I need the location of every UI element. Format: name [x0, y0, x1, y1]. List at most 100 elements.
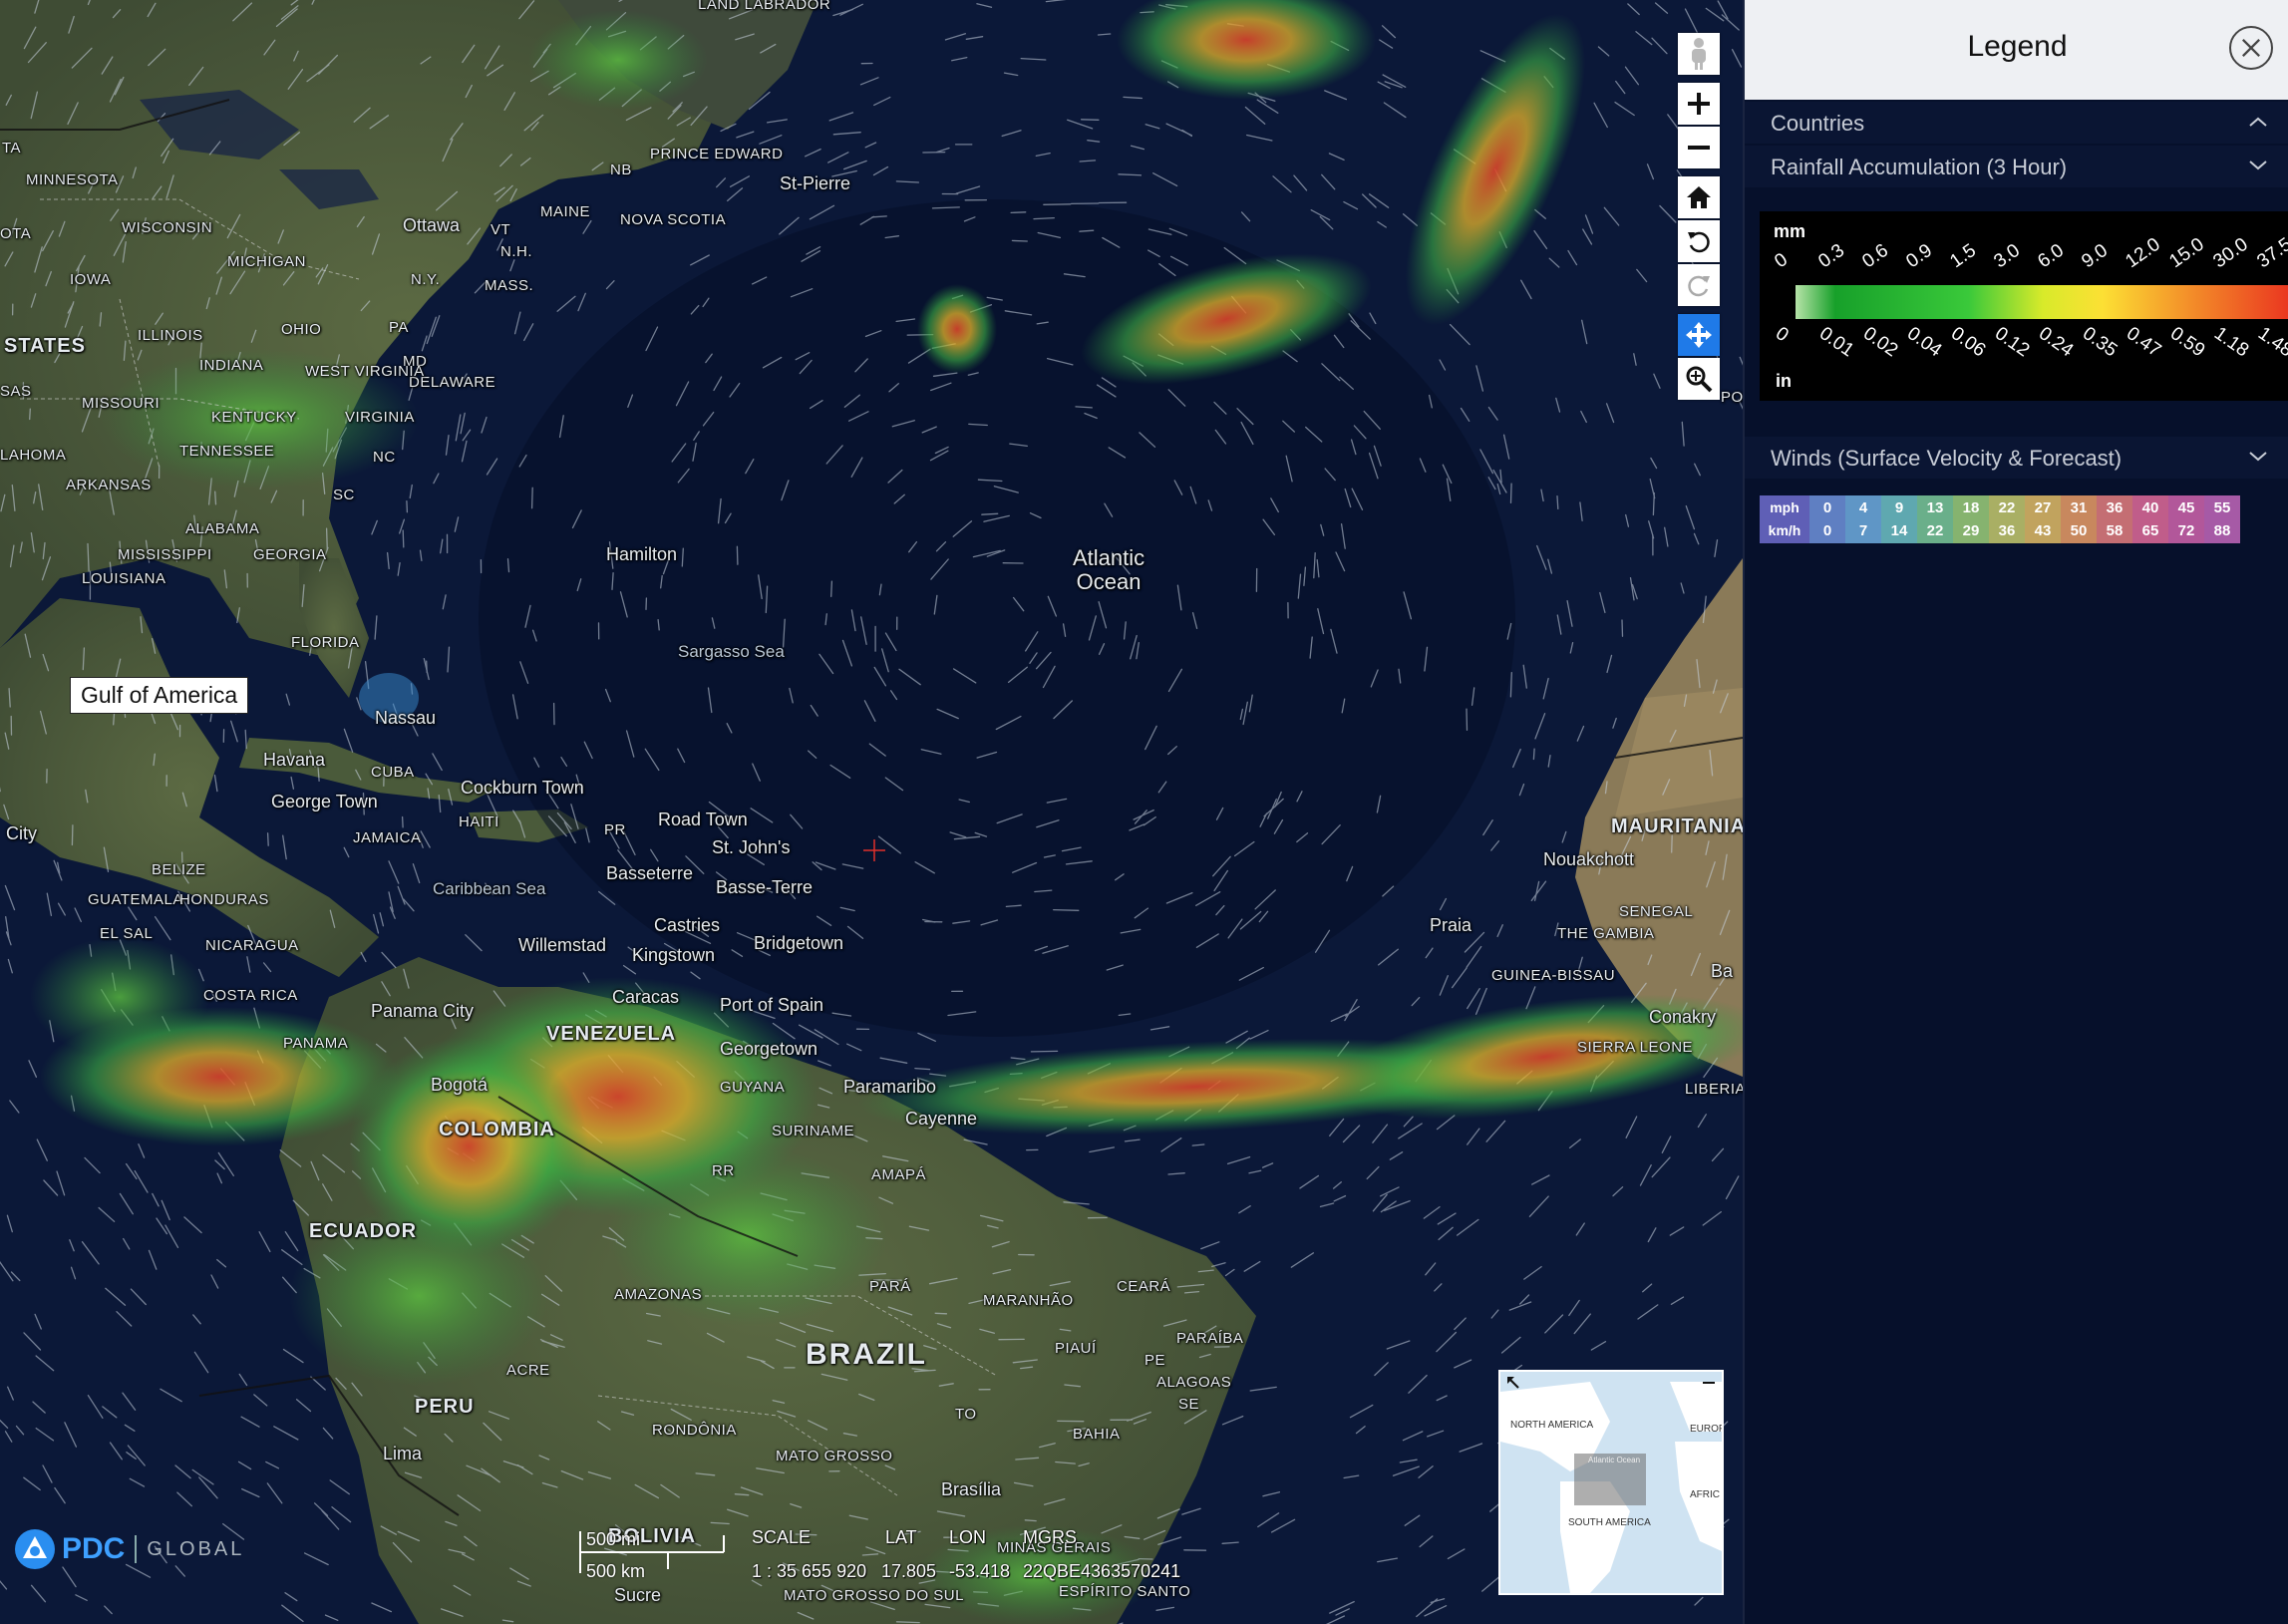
label-bridgetown: Bridgetown — [754, 933, 844, 953]
label-sc: SC — [333, 487, 355, 503]
label-prince-edward: PRINCE EDWARD — [650, 146, 784, 162]
zoom-in-button[interactable] — [1678, 83, 1720, 125]
label-gambia: THE GAMBIA — [1557, 925, 1655, 942]
wind-kmh-value: 88 — [2213, 522, 2231, 539]
rain-in-tick: 0.24 — [2034, 323, 2078, 362]
label-praia: Praia — [1430, 915, 1472, 935]
rain-mm-tick: 1.5 — [1946, 239, 1981, 273]
zoom-box-icon — [1686, 366, 1713, 393]
label-sargasso: Sargasso Sea — [678, 642, 785, 661]
label-ohio: OHIO — [281, 321, 322, 338]
rotate-right-button[interactable] — [1678, 264, 1720, 306]
zoom-out-button[interactable] — [1678, 127, 1720, 168]
section-title: Rainfall Accumulation (3 Hour) — [1771, 155, 2068, 179]
minimap-expand-icon[interactable] — [1506, 1376, 1520, 1390]
label-st-johns: St. John's — [712, 837, 791, 857]
rotate-left-button[interactable] — [1678, 220, 1720, 262]
zoom-in-icon — [1688, 93, 1710, 115]
legend-section-winds[interactable]: Winds (Surface Velocity & Forecast) — [1745, 437, 2288, 479]
section-title: Winds (Surface Velocity & Forecast) — [1771, 446, 2123, 471]
label-kentucky: KENTUCKY — [211, 409, 297, 426]
label-maine: MAINE — [540, 203, 591, 220]
label-ta: TA — [2, 140, 22, 157]
label-castries: Castries — [654, 915, 721, 935]
label-to: TO — [955, 1406, 977, 1423]
rain-in-tick: 0.59 — [2165, 323, 2209, 362]
legend-section-rainfall[interactable]: Rainfall Accumulation (3 Hour) — [1745, 146, 2288, 187]
label-mato-grosso-sul: MATO GROSSO DO SUL — [784, 1587, 964, 1604]
readout-lon-value: -53.418 — [949, 1561, 1011, 1581]
rain-mm-tick: 30.0 — [2209, 233, 2252, 273]
wind-scale-cell: 36 58 — [2097, 495, 2132, 543]
streetview-button[interactable] — [1678, 33, 1720, 75]
overview-minimap[interactable]: NORTH AMERICA SOUTH AMERICA EUROP AFRIC … — [1498, 1370, 1724, 1595]
scale-km: 500 km — [586, 1561, 646, 1581]
rain-in-tick: 0.02 — [1858, 323, 1902, 362]
zoom-out-icon — [1688, 146, 1710, 150]
wind-scale-cell: 00 — [1809, 495, 1845, 543]
scale-mi: 500 mi — [586, 1529, 641, 1549]
pan-button[interactable] — [1678, 314, 1720, 356]
label-nouakchott: Nouakchott — [1543, 849, 1635, 869]
wind-mph-value: 45 — [2177, 499, 2195, 516]
wind-speed-scale: mph km/h 0 0 4 7 9 14 13 22 18 29 22 36 27 43 31 50 36 58 40… — [1760, 495, 2288, 543]
home-button[interactable] — [1678, 176, 1720, 218]
chevron-down-icon — [2249, 452, 2267, 462]
rotate-right-icon — [1688, 275, 1710, 297]
legend-section-countries[interactable]: Countries — [1745, 102, 2288, 144]
label-cockburn: Cockburn Town — [461, 778, 584, 798]
readout-lon-label: LON — [949, 1527, 987, 1547]
wind-kmh-value: 22 — [1926, 522, 1944, 539]
label-iowa: IOWA — [70, 271, 112, 288]
label-caracas: Caracas — [612, 987, 680, 1007]
label-espirito-santo: ESPÍRITO SANTO — [1059, 1583, 1191, 1600]
rain-mm-tick: 9.0 — [2078, 239, 2113, 273]
rain-in-tick: 0 — [1771, 323, 1793, 347]
label-panama-city: Panama City — [371, 1001, 475, 1021]
map-basemap — [0, 0, 1743, 1624]
wind-kmh-value: 50 — [2070, 522, 2088, 539]
label-costa-rica: COSTA RICA — [203, 987, 298, 1004]
label-belize: BELIZE — [152, 861, 206, 878]
minimap-label-europe: EUROP — [1690, 1424, 1724, 1435]
label-peru: PERU — [415, 1396, 475, 1418]
label-tennessee: TENNESSEE — [179, 443, 275, 460]
label-liberia: LIBERIA — [1685, 1081, 1743, 1098]
pdc-logo-icon — [15, 1529, 55, 1569]
minimap-label-ocean: Atlantic Ocean — [1587, 1456, 1641, 1464]
legend-panel: Legend Countries Rainfall Accumulation (… — [1743, 0, 2288, 1624]
label-hamilton: Hamilton — [606, 544, 678, 564]
label-sas: SAS — [0, 383, 32, 400]
label-michigan: MICHIGAN — [227, 253, 306, 270]
wind-scale-cell: 18 29 — [1953, 495, 1989, 543]
label-west-virginia: WEST VIRGINIA — [305, 363, 425, 380]
rain-mm-tick: 3.0 — [1990, 239, 2025, 273]
chevron-up-icon — [2249, 117, 2267, 127]
wind-kmh-value: 14 — [1890, 522, 1908, 539]
wind-scale-cell: 45 72 — [2168, 495, 2204, 543]
label-ota: OTA — [0, 225, 32, 242]
rain-in-tick: 0.04 — [1902, 323, 1946, 362]
wind-scale-cell: 40 65 — [2132, 495, 2168, 543]
label-para: PARÁ — [869, 1278, 911, 1295]
label-guatemala: GUATEMALA — [88, 891, 183, 908]
label-georgia: GEORGIA — [253, 546, 327, 563]
label-bahia: BAHIA — [1073, 1426, 1121, 1443]
rain-mm-tick: 12.0 — [2122, 233, 2164, 273]
minimap-collapse-icon[interactable] — [1702, 1376, 1716, 1390]
label-amazonas: AMAZONAS — [614, 1286, 703, 1303]
label-lahoma: LAHOMA — [0, 447, 67, 464]
zoom-box-button[interactable] — [1678, 358, 1720, 400]
label-atlantic: Atlantic Ocean — [1073, 545, 1145, 594]
rain-unit-mm: mm — [1774, 221, 1806, 241]
label-basse-terre: Basse-Terre — [716, 877, 814, 897]
label-virginia: VIRGINIA — [345, 409, 415, 426]
close-icon[interactable] — [2229, 26, 2273, 70]
label-cuba: CUBA — [371, 764, 415, 781]
map-view[interactable]: LAND LABRADOR MINNESOTA WISCONSIN MICHIGAN I… — [0, 0, 1743, 1624]
section-title: Countries — [1771, 111, 1865, 136]
label-mato-grosso: MATO GROSSO — [776, 1448, 893, 1464]
label-sierra-leone: SIERRA LEONE — [1577, 1039, 1694, 1056]
label-ny: N.Y. — [411, 271, 441, 288]
label-nicaragua: NICARAGUA — [205, 937, 299, 954]
